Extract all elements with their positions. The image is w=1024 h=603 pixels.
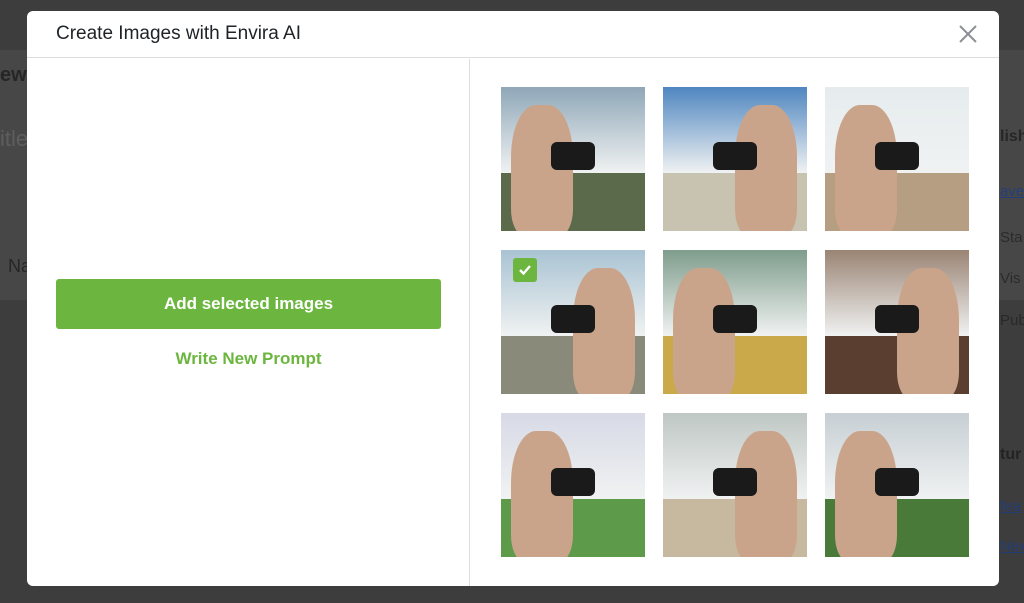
image-grid: [501, 87, 969, 557]
camera-shape: [713, 142, 757, 170]
camera-shape: [875, 468, 919, 496]
bg-fragment: ew: [0, 64, 27, 86]
bg-fragment: Nex: [1000, 538, 1024, 555]
generated-image[interactable]: [825, 87, 969, 231]
modal-header: Create Images with Envira AI: [27, 11, 999, 58]
bg-fragment: ave: [1000, 183, 1024, 200]
bg-fragment: tur: [1000, 446, 1022, 463]
envira-ai-modal: Create Images with Envira AI Add selecte…: [27, 11, 999, 586]
generated-image[interactable]: [663, 413, 807, 557]
close-icon[interactable]: [955, 21, 981, 47]
generated-image[interactable]: [501, 413, 645, 557]
camera-shape: [551, 305, 595, 333]
bg-fragment: lish: [1000, 128, 1024, 145]
bg-fragment: Sta: [1000, 229, 1023, 246]
bg-fragment: fea: [1000, 498, 1021, 515]
bg-fragment: itle: [0, 126, 29, 151]
add-selected-images-button[interactable]: Add selected images: [56, 279, 441, 329]
generated-image[interactable]: [501, 250, 645, 394]
generated-image[interactable]: [663, 87, 807, 231]
generated-image[interactable]: [501, 87, 645, 231]
generated-image[interactable]: [825, 250, 969, 394]
generated-image[interactable]: [663, 250, 807, 394]
camera-shape: [713, 305, 757, 333]
camera-shape: [713, 468, 757, 496]
bg-fragment: Pub: [1000, 312, 1024, 329]
selected-check-icon[interactable]: [513, 258, 537, 282]
modal-title: Create Images with Envira AI: [56, 23, 301, 44]
actions-panel: Add selected images Write New Prompt: [27, 59, 470, 586]
write-new-prompt-link[interactable]: Write New Prompt: [56, 349, 441, 369]
camera-shape: [551, 142, 595, 170]
generated-image[interactable]: [825, 413, 969, 557]
camera-shape: [875, 305, 919, 333]
camera-shape: [551, 468, 595, 496]
camera-shape: [875, 142, 919, 170]
bg-fragment: Vis: [1000, 270, 1021, 287]
